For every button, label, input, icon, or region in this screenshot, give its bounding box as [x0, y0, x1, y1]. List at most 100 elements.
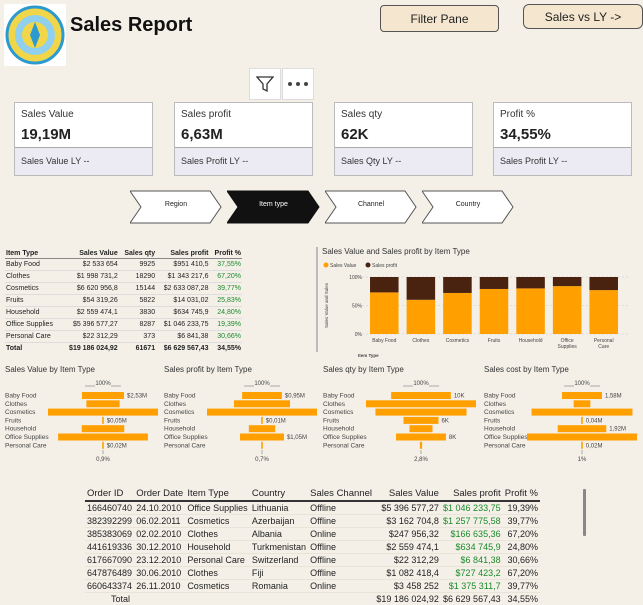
- col-header[interactable]: Item Type: [5, 249, 61, 259]
- table-cell: $951 410,5: [156, 259, 209, 271]
- chart-text: Personal Care: [164, 442, 206, 449]
- chart-text: Office Supplies: [323, 434, 367, 441]
- col-header-item-type[interactable]: Item Type: [185, 487, 250, 501]
- bar[interactable]: [82, 392, 124, 399]
- table-total-row[interactable]: Total$19 186 024,92$6 629 567,4334,55%: [85, 593, 540, 605]
- bar[interactable]: [102, 417, 104, 424]
- table-row[interactable]: Cosmetics$6 620 956,815144$2 633 087,283…: [5, 283, 242, 295]
- bar-sales-profit[interactable]: [443, 277, 472, 293]
- table-row[interactable]: Personal Care$22 312,29373$6 841,3830,66…: [5, 331, 242, 343]
- bar[interactable]: [242, 392, 282, 399]
- table-scrollbar[interactable]: [583, 489, 586, 536]
- bar-sales-profit[interactable]: [480, 277, 509, 289]
- bar-sales-value[interactable]: [480, 289, 509, 334]
- table-cell: Offline: [308, 567, 374, 580]
- table-row[interactable]: Office Supplies$5 396 577,278287$1 046 2…: [5, 319, 242, 331]
- bar[interactable]: [82, 425, 125, 432]
- bar[interactable]: [102, 442, 104, 449]
- bar[interactable]: [261, 442, 263, 449]
- table-row[interactable]: 64787648930.06.2010ClothesFijiOffline$1 …: [85, 567, 540, 580]
- bar[interactable]: [403, 417, 438, 424]
- bar-sales-profit[interactable]: [589, 277, 618, 290]
- bar[interactable]: [532, 409, 633, 416]
- bar[interactable]: [249, 425, 275, 432]
- bar-sales-value[interactable]: [516, 288, 545, 334]
- col-header-sales-channel[interactable]: Sales Channel: [308, 487, 374, 501]
- more-options-icon[interactable]: [282, 68, 314, 100]
- table-row[interactable]: 66064337426.11.2010CosmeticsRomaniaOnlin…: [85, 580, 540, 593]
- table-cell: 385383069: [85, 528, 134, 541]
- chart-text: Cosmetics: [484, 409, 515, 416]
- table-row[interactable]: Clothes$1 998 731,218290$1 343 217,667,2…: [5, 271, 242, 283]
- col-header[interactable]: Sales profit: [156, 249, 209, 259]
- table-row[interactable]: Baby Food$2 533 6549925$951 410,537,55%: [5, 259, 242, 271]
- table-total-row[interactable]: Total$19 186 024,9261671$6 629 567,4334,…: [5, 343, 242, 355]
- filter-icon[interactable]: [249, 68, 281, 100]
- chart-text: Clothes: [412, 338, 429, 344]
- col-header-sales-profit[interactable]: Sales profit: [441, 487, 503, 501]
- table-cell: $54 319,26: [61, 295, 119, 307]
- bar[interactable]: [562, 392, 602, 399]
- nav-channel[interactable]: Channel: [325, 190, 417, 224]
- bar[interactable]: [527, 434, 637, 441]
- table-row[interactable]: Fruits$54 319,265822$14 031,0225,83%: [5, 295, 242, 307]
- bar[interactable]: [581, 417, 583, 424]
- bar[interactable]: [558, 425, 607, 432]
- bar-sales-value[interactable]: [407, 300, 436, 334]
- col-header-order-date[interactable]: Order Date: [134, 487, 185, 501]
- sales-vs-ly-button[interactable]: Sales vs LY ->: [523, 4, 643, 29]
- bar[interactable]: [581, 442, 583, 449]
- bar[interactable]: [240, 434, 284, 441]
- bar[interactable]: [375, 409, 466, 416]
- bar[interactable]: [207, 409, 317, 416]
- chart-text: 2,8%: [414, 457, 428, 463]
- table-cell: 3830: [119, 307, 156, 319]
- bar-sales-profit[interactable]: [370, 277, 399, 292]
- bar-sales-profit[interactable]: [407, 277, 436, 300]
- bar[interactable]: [420, 442, 422, 449]
- nav-item-type[interactable]: Item type: [227, 190, 320, 224]
- bar[interactable]: [234, 400, 290, 407]
- col-header[interactable]: Sales qty: [119, 249, 156, 259]
- bar-sales-profit[interactable]: [516, 277, 545, 288]
- bar[interactable]: [409, 425, 432, 432]
- bar[interactable]: [48, 409, 158, 416]
- filter-pane-button[interactable]: Filter Pane: [380, 5, 499, 32]
- bar-sales-profit[interactable]: [553, 277, 582, 286]
- table-row[interactable]: 16646074024.10.2010Office SuppliesLithua…: [85, 501, 540, 515]
- table-row[interactable]: 44161933630.12.2010HouseholdTurkmenistan…: [85, 541, 540, 554]
- col-header-profit-pct[interactable]: Profit %: [503, 487, 540, 501]
- nav-region[interactable]: Region: [130, 190, 222, 224]
- table-cell: Fiji: [250, 567, 308, 580]
- col-header[interactable]: Profit %: [209, 249, 242, 259]
- table-row[interactable]: Household$2 559 474,13830$634 745,924,80…: [5, 307, 242, 319]
- table-cell: Online: [308, 528, 374, 541]
- bar[interactable]: [574, 400, 591, 407]
- table-cell: $19 186 024,92: [61, 343, 119, 355]
- bar[interactable]: [396, 434, 446, 441]
- table-cell: 02.02.2010: [134, 528, 185, 541]
- bar[interactable]: [58, 434, 148, 441]
- bar-sales-value[interactable]: [370, 292, 399, 334]
- nav-country[interactable]: Country: [422, 190, 514, 224]
- bar-sales-value[interactable]: [443, 293, 472, 334]
- table-row[interactable]: 38239229906.02.2011CosmeticsAzerbaijanOf…: [85, 515, 540, 528]
- col-header[interactable]: Sales Value: [61, 249, 119, 259]
- col-header-order-id[interactable]: Order ID: [85, 487, 134, 501]
- table-cell: Office Supplies: [185, 501, 250, 515]
- col-header-sales-value[interactable]: Sales Value: [374, 487, 441, 501]
- table-cell: 39,77%: [209, 283, 242, 295]
- bar-sales-value[interactable]: [553, 286, 582, 334]
- bar[interactable]: [391, 392, 451, 399]
- bar[interactable]: [366, 400, 476, 407]
- bar[interactable]: [261, 417, 263, 424]
- table-row[interactable]: 38538306902.02.2010ClothesAlbaniaOnline$…: [85, 528, 540, 541]
- sales-qty-chart-panel: Sales qty by Item Type 100%Baby Food10KC…: [323, 365, 478, 465]
- bar-sales-value[interactable]: [589, 290, 618, 334]
- table-cell: Baby Food: [5, 259, 61, 271]
- bar[interactable]: [86, 400, 119, 407]
- col-header-country[interactable]: Country: [250, 487, 308, 501]
- table-cell: Household: [5, 307, 61, 319]
- table-row[interactable]: 61766709023.12.2010Personal CareSwitzerl…: [85, 554, 540, 567]
- chart-text: 100%: [574, 381, 590, 387]
